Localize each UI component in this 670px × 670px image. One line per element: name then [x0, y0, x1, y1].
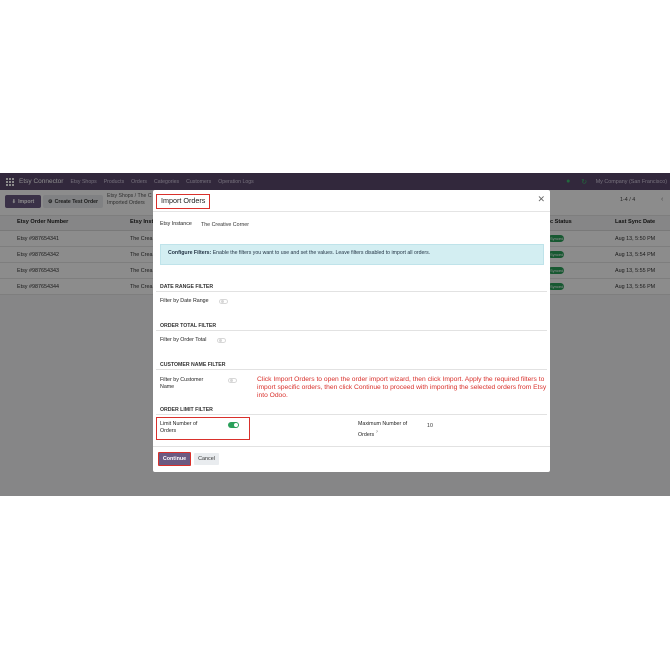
info-alert-body: Enable the filters you want to use and s…: [212, 250, 431, 256]
limit-orders-label: Limit Number of Orders: [160, 421, 198, 434]
filter-order-total-label: Filter by Order Total: [160, 337, 207, 343]
section-date-range: DATE RANGE FILTER: [160, 284, 214, 290]
max-orders-label: Maximum Number of Orders ?: [358, 421, 408, 438]
filter-date-range-toggle[interactable]: [219, 299, 228, 304]
etsy-instance-value[interactable]: The Creative Corner: [201, 222, 249, 228]
info-alert: Configure Filters: Enable the filters yo…: [160, 244, 544, 265]
dialog-header: Import Orders ✕: [153, 190, 550, 212]
close-icon[interactable]: ✕: [537, 195, 545, 204]
limit-orders-toggle[interactable]: [228, 422, 239, 428]
import-orders-dialog: Import Orders ✕ Etsy Instance The Creati…: [153, 190, 550, 472]
help-icon[interactable]: ?: [376, 429, 378, 434]
info-alert-text: Configure Filters: Enable the filters yo…: [168, 250, 430, 256]
section-customer-name: CUSTOMER NAME FILTER: [160, 362, 226, 368]
dialog-title: Import Orders: [156, 194, 211, 209]
section-order-total: ORDER TOTAL FILTER: [160, 323, 217, 329]
filter-order-total-toggle[interactable]: [217, 338, 226, 343]
section-divider: [156, 414, 547, 415]
filter-date-range-label: Filter by Date Range: [160, 298, 209, 304]
instruction-annotation: Click Import Orders to open the order im…: [257, 376, 547, 399]
continue-button[interactable]: Continue: [158, 452, 191, 466]
app-screen: Etsy Connector Etsy Shops Products Order…: [0, 173, 670, 496]
max-orders-input[interactable]: 10: [427, 423, 433, 429]
section-divider: [156, 369, 547, 370]
filter-customer-name-label: Filter by Customer Name: [160, 377, 204, 390]
info-alert-title: Configure Filters:: [168, 250, 212, 256]
section-divider: [156, 330, 547, 331]
filter-customer-name-toggle[interactable]: [228, 378, 237, 383]
section-order-limit: ORDER LIMIT FILTER: [160, 407, 213, 413]
cancel-button[interactable]: Cancel: [194, 453, 219, 465]
dialog-footer-divider: [153, 446, 550, 447]
etsy-instance-label: Etsy Instance: [160, 221, 192, 227]
limit-orders-highlight: Limit Number of Orders: [156, 417, 250, 440]
section-divider: [156, 291, 547, 292]
